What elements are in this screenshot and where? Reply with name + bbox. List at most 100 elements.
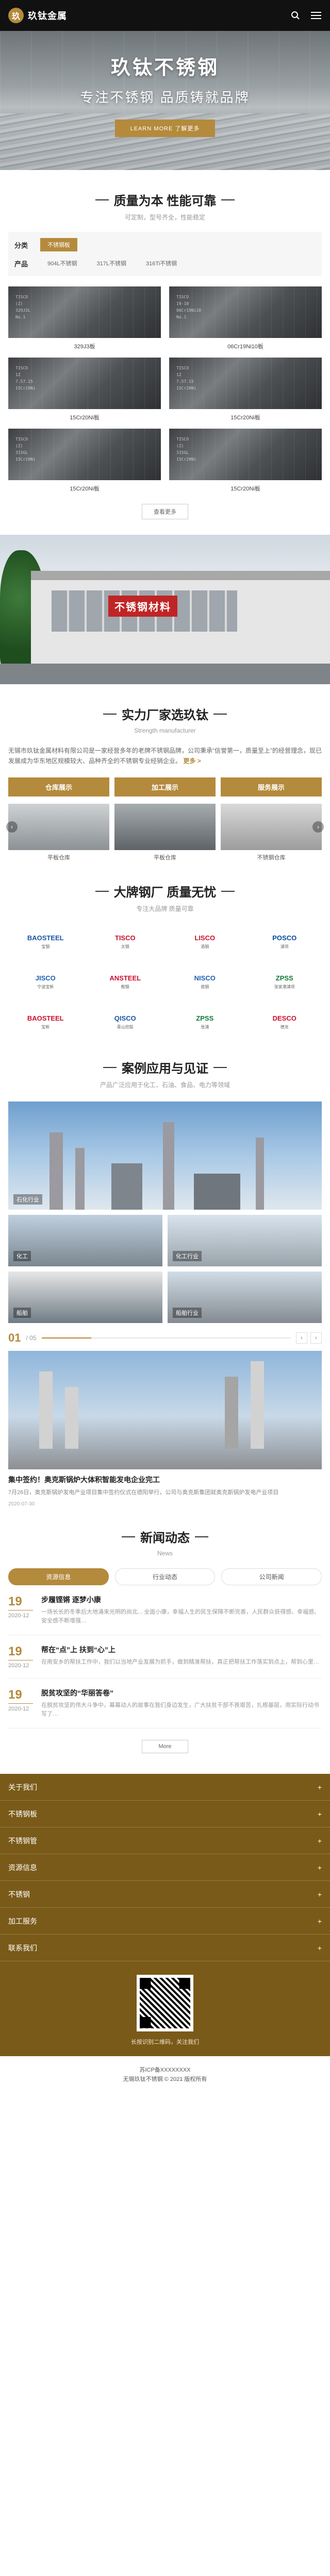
hero-subtitle: 专注不锈钢 品质铸就品牌: [80, 90, 250, 105]
case-image[interactable]: 船舶: [8, 1272, 162, 1323]
news-item[interactable]: 19 2020-12 帮在“点”上 扶到“心”上 在南安乡的帮扶工作中，我们以当…: [8, 1635, 322, 1679]
news-year-month: 2020-12: [8, 1613, 29, 1619]
brand-logo-item[interactable]: DESCO 德龙: [248, 1007, 322, 1038]
case-label: 船舶: [13, 1308, 31, 1318]
product-image: TISCO 1Z 7.57.15 15Cr20Ni: [169, 358, 322, 409]
footer-item-about[interactable]: 关于我们 +: [0, 1774, 330, 1801]
copyright-text: 无锡玖钛不锈钢 © 2021 版权所有: [123, 2076, 207, 2082]
brand-logo-item[interactable]: POSCO 浦项: [248, 926, 322, 957]
tab-warehouse[interactable]: 仓库展示: [8, 777, 109, 796]
footer-item-steel[interactable]: 不锈钢 +: [0, 1881, 330, 1908]
news-title[interactable]: 帮在“点”上 扶到“心”上: [41, 1645, 322, 1655]
product-card[interactable]: TISCO 1Z 7.57.15 15Cr20Ni 15Cr20Ni板: [8, 358, 161, 421]
chimney: [251, 1361, 264, 1449]
case-feature-image[interactable]: [8, 1351, 322, 1469]
refinery-tower: [194, 1174, 240, 1210]
brand-logo-item[interactable]: ANSTEEL 鞍钢: [88, 967, 163, 997]
brands-subtitle: 专注大品牌 质量可靠: [136, 905, 194, 912]
case-image[interactable]: 化工: [8, 1215, 162, 1266]
case-image-large[interactable]: 石化行业: [8, 1101, 322, 1210]
brand-logo-item[interactable]: QISCO 青山控股: [88, 1007, 163, 1038]
brand-sub: 宁波宝新: [37, 985, 54, 989]
tab-service[interactable]: 服务展示: [221, 777, 322, 796]
product-card[interactable]: TISCO (Z) 315GL 15Cr20Ni 15Cr20Ni板: [169, 429, 322, 493]
logo[interactable]: 玖 玖钛金属: [8, 8, 67, 23]
carousel-label: 不锈钢仓库: [257, 855, 286, 861]
news-body: 帮在“点”上 扶到“心”上 在南安乡的帮扶工作中，我们以当地产业发展为抓手，做到…: [41, 1645, 322, 1669]
footer-item-processing[interactable]: 加工服务 +: [0, 1908, 330, 1935]
chevron-left-icon[interactable]: ‹: [296, 1332, 307, 1344]
footer-item-contact[interactable]: 联系我们 +: [0, 1935, 330, 1961]
product-card[interactable]: TISCO (Z) 329J3L No.1 329J3板: [8, 286, 161, 350]
header-actions: [290, 10, 322, 21]
filter-chip[interactable]: 904L不锈钢: [40, 257, 84, 270]
tab-company[interactable]: 公司新闻: [221, 1568, 322, 1585]
news-item[interactable]: 19 2020-12 脱贫攻坚的“华丽答卷” 在脱贫攻坚的伟大斗争中，幕幕动人的…: [8, 1679, 322, 1728]
product-image: TISCO 19-10 06Cr19Ni10 No.1: [169, 286, 322, 338]
carousel-image: [114, 804, 216, 850]
plus-icon: +: [317, 1836, 322, 1845]
footer-item-plate[interactable]: 不锈钢板 +: [0, 1801, 330, 1827]
filter-chip[interactable]: 317L不锈钢: [89, 257, 133, 270]
footer-item-resources[interactable]: 资源信息 +: [0, 1854, 330, 1881]
carousel-label: 平板仓库: [47, 855, 70, 861]
products-section: 质量为本 性能可靠 可定制，型号齐全，性能稳定 分类 不锈钢板 产品 904L不…: [0, 170, 330, 519]
brand-logo-item[interactable]: ZPSS 张家港浦项: [248, 967, 322, 997]
brand-logo-item[interactable]: ZPSS 张浦: [168, 1007, 242, 1038]
carousel-item[interactable]: 平板仓库: [114, 804, 216, 861]
product-card[interactable]: TISCO 19-10 06Cr19Ni10 No.1 06Cr19Ni10板: [169, 286, 322, 350]
chevron-left-icon[interactable]: ‹: [6, 821, 18, 833]
chevron-right-icon[interactable]: ›: [312, 821, 324, 833]
tab-processing[interactable]: 加工展示: [114, 777, 216, 796]
case-feature-title[interactable]: 集中签约！奥克斯锅炉大体积智能发电企业完工: [8, 1475, 322, 1485]
filter-chip[interactable]: 316Ti不锈钢: [139, 257, 184, 270]
brand-logo: ANSTEEL: [109, 974, 141, 982]
strength-heading: 实力厂家选玖钛 Strength manufacturer: [8, 684, 322, 734]
product-stamp: TISCO 1Z 7.57.15 15Cr20Ni: [15, 366, 36, 391]
product-card[interactable]: TISCO (Z) 315GL 15Cr20Ni 15Cr20Ni板: [8, 429, 161, 493]
news-title[interactable]: 脱贫攻坚的“华丽答卷”: [41, 1688, 322, 1698]
news-list: 19 2020-12 步履铿锵 逐梦小康 一场长长的冬季后大地涌来光明的尚北..…: [8, 1585, 322, 1728]
news-item[interactable]: 19 2020-12 步履铿锵 逐梦小康 一场长长的冬季后大地涌来光明的尚北..…: [8, 1585, 322, 1635]
carousel-item[interactable]: 不锈钢仓库: [221, 804, 322, 861]
news-desc: 在脱贫攻坚的伟大斗争中，幕幕动人的故事在我们身边发生，广大扶贫干部不畏艰苦，扎根…: [41, 1702, 319, 1717]
icp-number[interactable]: 苏ICP备XXXXXXXX: [0, 2065, 330, 2075]
product-image: TISCO 1Z 7.57.15 15Cr20Ni: [8, 358, 161, 409]
brand-logo-item[interactable]: NISCO 南钢: [168, 967, 242, 997]
search-icon[interactable]: [290, 10, 301, 21]
news-title[interactable]: 步履铿锵 逐梦小康: [41, 1595, 322, 1605]
product-card[interactable]: TISCO 1Z 7.57.15 15Cr20Ni 15Cr20Ni板: [169, 358, 322, 421]
plus-icon: +: [317, 1809, 322, 1818]
brand-logo-item[interactable]: BAOSTEEL 宝钢: [8, 926, 83, 957]
plus-icon: +: [317, 1943, 322, 1952]
filter-chip[interactable]: 不锈钢板: [40, 238, 77, 251]
footer-item-label: 不锈钢: [8, 1890, 30, 1899]
strength-more-link[interactable]: 更多 >: [183, 757, 201, 765]
product-filter: 分类 不锈钢板 产品 904L不锈钢 317L不锈钢 316Ti不锈钢: [8, 232, 322, 276]
footer-item-pipe[interactable]: 不锈钢管 +: [0, 1827, 330, 1854]
brand-sub: 太钢: [121, 944, 129, 949]
cases-heading: 案例应用与见证 产品广泛应用于化工、石油、食品、电力等领域: [8, 1038, 322, 1089]
menu-icon[interactable]: [310, 10, 322, 21]
brand-logo-item[interactable]: JISCO 宁波宝新: [8, 967, 83, 997]
brand-logo-item[interactable]: LISCO 酒钢: [168, 926, 242, 957]
news-more-button[interactable]: More: [142, 1740, 188, 1753]
logo-mark: 玖: [8, 8, 24, 23]
brand-logo-item[interactable]: TISCO 太钢: [88, 926, 163, 957]
brands-heading: 大牌钢厂 质量无忧 专注大品牌 质量可靠: [0, 861, 330, 913]
product-name: 15Cr20Ni板: [230, 486, 260, 492]
filter-row-product: 产品 904L不锈钢 317L不锈钢 316Ti不锈钢: [14, 257, 316, 270]
case-image[interactable]: 化工行业: [168, 1215, 322, 1266]
tab-industry[interactable]: 行业动态: [114, 1568, 216, 1585]
brand-logo-item[interactable]: BAOSTEEL 宝新: [8, 1007, 83, 1038]
refinery-tower: [75, 1148, 85, 1210]
chevron-right-icon[interactable]: ›: [310, 1332, 322, 1344]
case-image[interactable]: 船舶行业: [168, 1272, 322, 1323]
tab-resources[interactable]: 资源信息: [8, 1568, 109, 1585]
products-more-button[interactable]: 查看更多: [142, 504, 188, 519]
learn-more-button[interactable]: LEARN MORE 了解更多: [114, 120, 216, 137]
news-day: 19: [8, 1688, 33, 1704]
product-name: 329J3板: [74, 344, 95, 350]
brands-section: 大牌钢厂 质量无忧 专注大品牌 质量可靠 BAOSTEEL 宝钢 TISCO 太钢 LI…: [0, 861, 330, 1038]
carousel-item[interactable]: 平板仓库: [8, 804, 109, 861]
